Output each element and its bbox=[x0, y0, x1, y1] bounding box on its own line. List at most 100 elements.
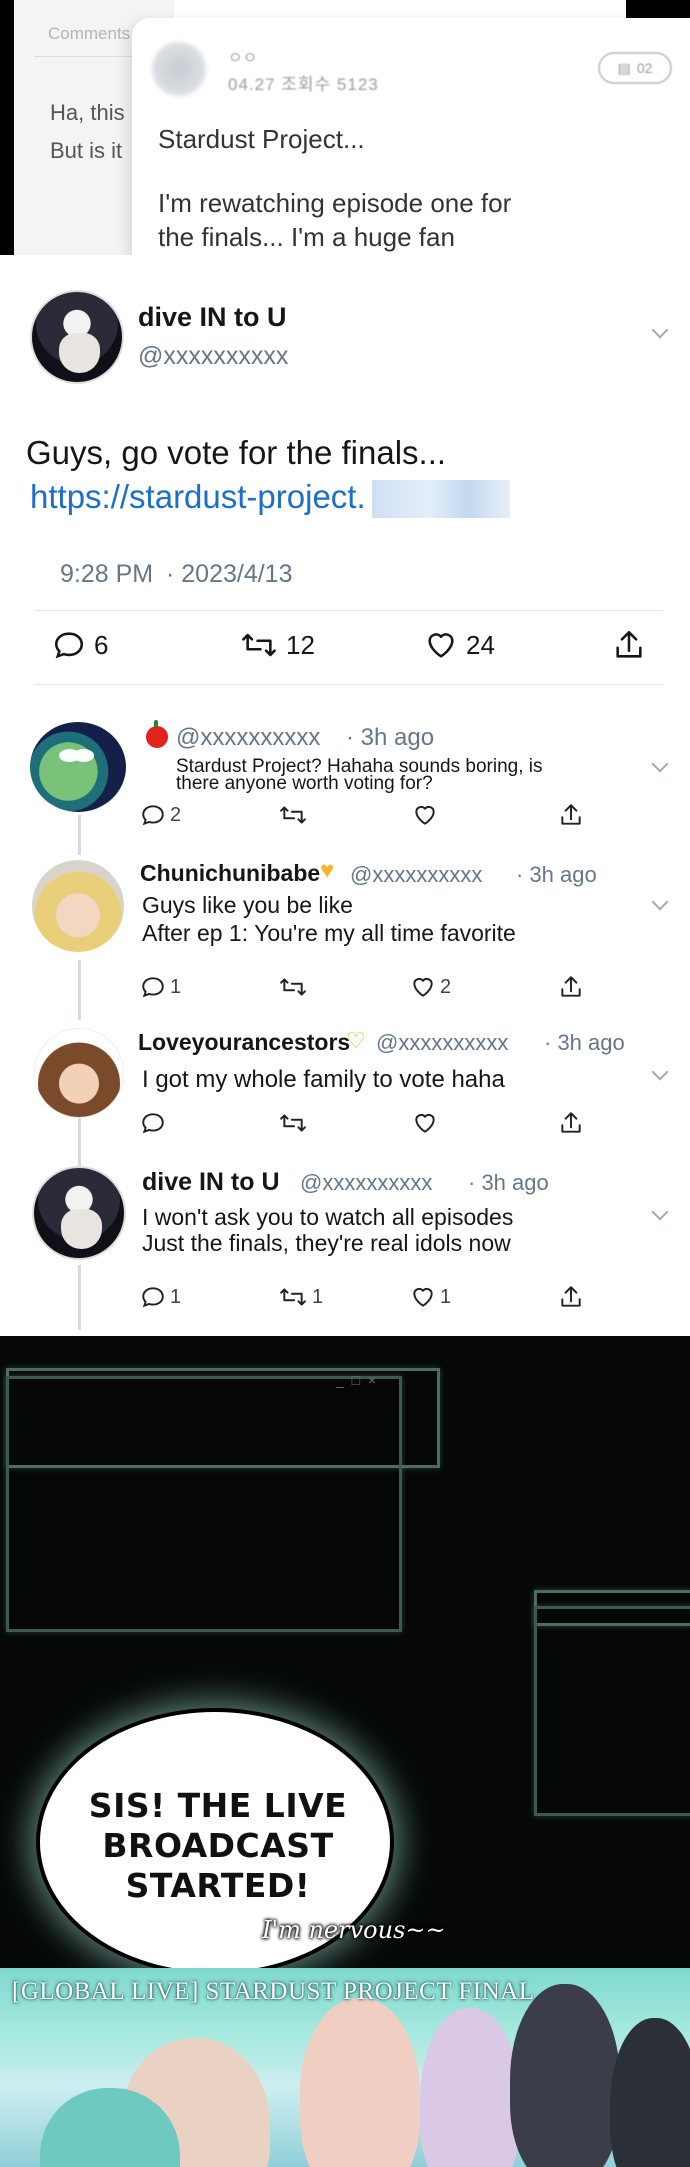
reply-time: · 3h ago bbox=[346, 724, 435, 751]
user-handle[interactable]: @xxxxxxxxxx bbox=[376, 1030, 508, 1056]
comment-card: ㅇㅇ 04.27 조회수 5123 ▤ 02 Stardust Project.… bbox=[132, 18, 690, 255]
share-icon bbox=[561, 804, 581, 825]
retweet-button[interactable] bbox=[278, 802, 308, 828]
like-count: 1 bbox=[440, 1285, 452, 1308]
idol-figure bbox=[510, 1984, 620, 2167]
reply-icon bbox=[142, 1113, 164, 1134]
like-button[interactable] bbox=[412, 802, 438, 828]
idol-figure bbox=[420, 2008, 520, 2167]
tweet-date: · 2023/4/13 bbox=[166, 560, 293, 588]
reply-button[interactable]: 6 bbox=[52, 628, 108, 662]
like-button[interactable]: 1 bbox=[410, 1284, 451, 1310]
user-handle[interactable]: @xxxxxxxxxx bbox=[176, 724, 320, 752]
avatar[interactable] bbox=[32, 860, 124, 952]
reply-time: · 3h ago bbox=[516, 862, 597, 887]
heart-icon bbox=[428, 633, 454, 658]
reply-text-line: I won't ask you to watch all episodes bbox=[142, 1204, 514, 1230]
heart-hands-icon: ♡ bbox=[346, 1028, 366, 1053]
reply-button[interactable]: 1 bbox=[140, 974, 181, 1000]
user-name[interactable]: dive IN to U bbox=[138, 302, 287, 333]
blurred-url bbox=[372, 480, 510, 518]
user-handle[interactable]: @xxxxxxxxxx bbox=[138, 342, 288, 371]
comment-body-line: I'm rewatching episode one for bbox=[158, 188, 512, 218]
retweet-button[interactable]: 12 bbox=[240, 628, 315, 662]
chevron-down-icon[interactable] bbox=[651, 321, 669, 339]
black-border bbox=[0, 0, 14, 255]
bubble-line: BROADCAST bbox=[102, 1826, 334, 1865]
reply-button[interactable] bbox=[140, 1110, 166, 1136]
background-comment-line: Ha, this bbox=[50, 100, 125, 125]
share-icon bbox=[561, 976, 581, 997]
like-button[interactable]: 2 bbox=[410, 974, 451, 1000]
retweet-icon bbox=[242, 633, 276, 657]
idol-figure bbox=[610, 2018, 690, 2167]
like-count: 2 bbox=[440, 975, 452, 998]
comment-author: ㅇㅇ bbox=[228, 50, 258, 67]
user-name[interactable]: Chunichunibabe bbox=[140, 860, 320, 887]
user-handle[interactable]: @xxxxxxxxxx bbox=[350, 862, 482, 888]
share-icon bbox=[616, 630, 642, 658]
bubble-line: SIS! THE LIVE bbox=[88, 1786, 348, 1825]
heart-icon bbox=[415, 1113, 435, 1133]
thread-line bbox=[78, 960, 81, 1020]
comment-body-line: the finals... I'm a huge fan bbox=[158, 222, 455, 252]
thread-line bbox=[78, 1110, 81, 1170]
avatar[interactable] bbox=[34, 1028, 124, 1118]
share-icon bbox=[561, 1286, 581, 1307]
share-button[interactable] bbox=[558, 802, 584, 828]
tweet-link[interactable]: https://stardust-project. bbox=[30, 478, 366, 516]
chevron-down-icon[interactable] bbox=[651, 1063, 669, 1081]
heart-icon bbox=[415, 805, 435, 825]
user-name[interactable]: dive IN to U bbox=[142, 1168, 280, 1197]
background-comment-line: But is it bbox=[50, 138, 123, 163]
retweet-button[interactable] bbox=[278, 1110, 308, 1136]
share-button[interactable] bbox=[558, 1110, 584, 1136]
reply-button[interactable]: 2 bbox=[140, 802, 181, 828]
share-button[interactable] bbox=[558, 974, 584, 1000]
avatar bbox=[152, 42, 206, 96]
reply-count-badge[interactable]: ▤ 02 bbox=[598, 52, 672, 84]
reply-text-line: there anyone worth voting for? bbox=[176, 773, 433, 794]
comments-tab[interactable]: Comments bbox=[48, 24, 130, 44]
avatar[interactable] bbox=[30, 290, 124, 384]
reply-time: · 3h ago bbox=[544, 1030, 625, 1055]
chevron-down-icon[interactable] bbox=[651, 755, 669, 773]
user-handle[interactable]: @xxxxxxxxxx bbox=[300, 1170, 432, 1196]
reply-count: 1 bbox=[170, 1285, 182, 1308]
thread-line bbox=[78, 815, 81, 855]
reply-count: 6 bbox=[94, 629, 109, 660]
retweet-icon bbox=[280, 978, 306, 996]
reply-time: · 3h ago bbox=[468, 1170, 549, 1195]
retweet-icon bbox=[280, 806, 306, 824]
tweet-time: 9:28 PM bbox=[60, 560, 154, 588]
retweet-button[interactable]: 1 bbox=[278, 1284, 323, 1310]
divider bbox=[34, 610, 664, 611]
window-controls: _ □ × bbox=[336, 1372, 379, 1388]
share-button[interactable] bbox=[558, 1284, 584, 1310]
user-name[interactable]: Loveyourancestors bbox=[138, 1029, 350, 1056]
share-button[interactable] bbox=[612, 628, 646, 662]
reply-icon bbox=[142, 977, 164, 998]
chevron-down-icon[interactable] bbox=[651, 893, 669, 911]
reply-count: 2 bbox=[170, 803, 182, 826]
reply-text-line: I got my whole family to vote haha bbox=[142, 1066, 505, 1093]
reply-icon bbox=[54, 632, 84, 659]
heart-icon bbox=[413, 1287, 433, 1307]
like-button[interactable]: 24 bbox=[424, 628, 495, 662]
badge-count: 02 bbox=[636, 60, 653, 76]
thread-line bbox=[78, 1265, 81, 1330]
retweet-button[interactable] bbox=[278, 974, 308, 1000]
reply-text-line: Guys like you be like bbox=[142, 892, 353, 918]
avatar[interactable] bbox=[32, 1166, 126, 1260]
like-button[interactable] bbox=[412, 1110, 438, 1136]
reply-count: 1 bbox=[170, 975, 182, 998]
reply-icon bbox=[142, 1287, 164, 1308]
avatar[interactable] bbox=[30, 722, 126, 812]
comic-panel: _ □ × SIS! THE LIVE BROADCAST STARTED! [… bbox=[0, 1336, 690, 2167]
retweet-count: 1 bbox=[312, 1285, 324, 1308]
apple-icon bbox=[146, 720, 168, 748]
chevron-down-icon[interactable] bbox=[651, 1203, 669, 1221]
reply-button[interactable]: 1 bbox=[140, 1284, 181, 1310]
aside-text: I'm nervous~~ bbox=[262, 1916, 446, 1944]
broadcast-title: [GLOBAL LIVE] STARDUST PROJECT FINAL bbox=[12, 1978, 535, 2005]
